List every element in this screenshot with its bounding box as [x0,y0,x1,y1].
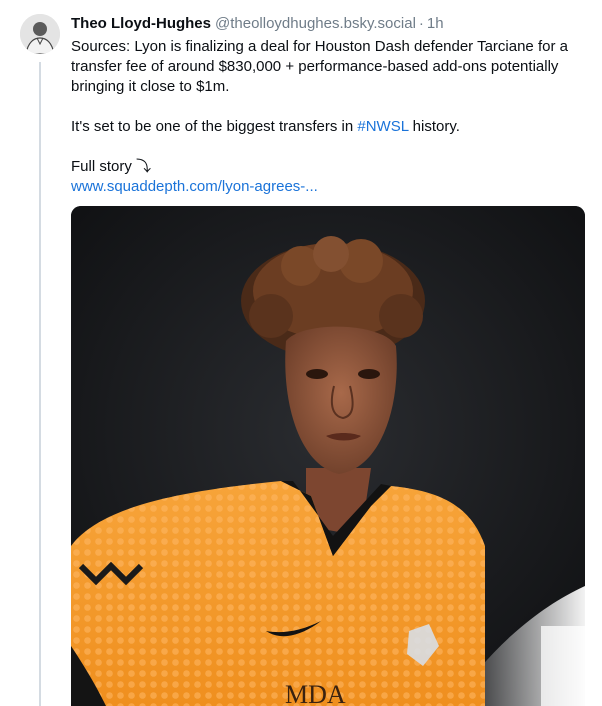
post-timestamp[interactable]: 1h [427,15,444,32]
post-text-paragraph-1: Sources: Lyon is finalizing a deal for H… [71,38,568,95]
author-handle[interactable]: @theolloydhughes.bsky.social [215,15,416,32]
avatar[interactable] [20,14,60,54]
paragraph-2-text-after: history. [408,118,460,135]
post-text-paragraph-2: It's set to be one of the biggest transf… [71,117,586,137]
post-header: Theo Lloyd-Hughes @theolloydhughes.bsky.s… [71,14,444,34]
avatar-icon [20,14,60,54]
thread-line [39,62,41,706]
separator-dot: · [418,15,424,32]
photo-player-image: MDA [71,206,585,706]
hashtag-link[interactable]: #NWSL [357,118,408,135]
jersey-lettering: MDA [285,680,346,706]
story-link[interactable]: www.squaddepth.com/lyon-agrees-... [71,178,318,195]
feed-post[interactable]: Theo Lloyd-Hughes @theolloydhughes.bsky.s… [0,0,602,706]
post-body: Sources: Lyon is finalizing a deal for H… [71,37,586,197]
author-name[interactable]: Theo Lloyd-Hughes [71,15,211,32]
post-image[interactable]: MDA [71,206,585,706]
full-story-label: Full story ⤵ [71,158,152,175]
paragraph-2-text-before: It's set to be one of the biggest transf… [71,118,358,135]
